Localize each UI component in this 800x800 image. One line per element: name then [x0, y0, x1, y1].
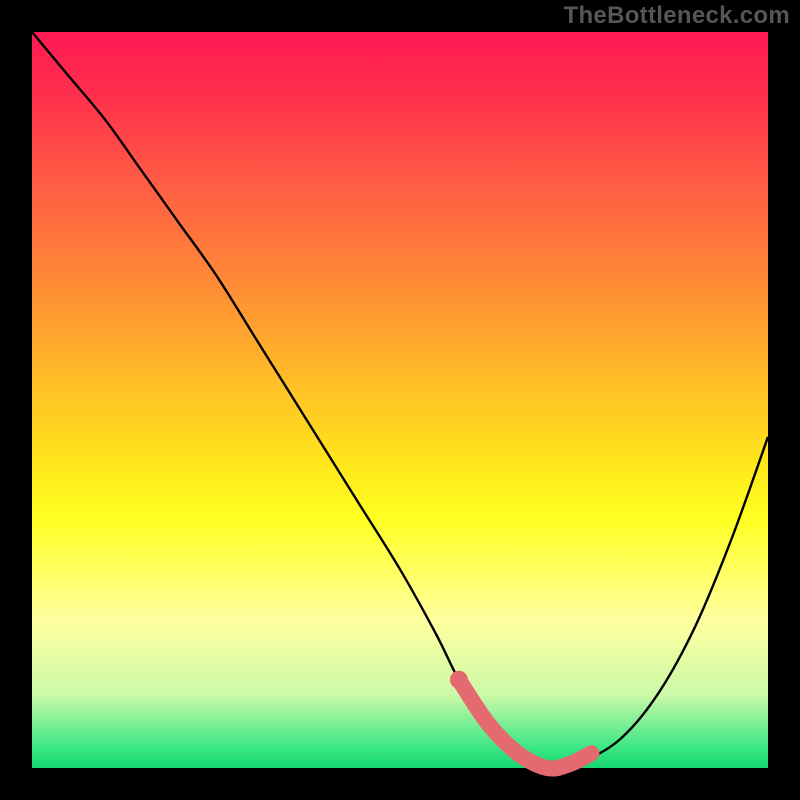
chart-frame: TheBottleneck.com	[0, 0, 800, 800]
bottleneck-curve	[32, 32, 768, 768]
optimal-range-highlight	[459, 680, 592, 769]
plot-area	[32, 32, 768, 768]
curve-svg	[32, 32, 768, 768]
optimal-range-start-dot	[450, 671, 468, 689]
watermark-text: TheBottleneck.com	[564, 2, 790, 30]
